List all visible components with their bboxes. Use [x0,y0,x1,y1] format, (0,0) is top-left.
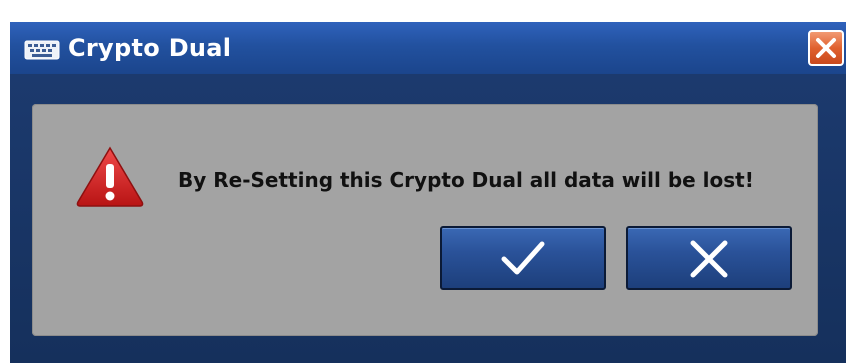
close-button[interactable] [808,30,844,66]
confirm-button[interactable] [440,226,606,290]
warning-icon [74,144,146,208]
title-bar[interactable]: Crypto Dual [10,22,846,74]
cancel-button[interactable] [626,226,792,290]
keyboard-icon [24,40,60,60]
top-strip [0,0,846,24]
warning-message: By Re-Setting this Crypto Dual all data … [178,168,754,192]
window-title: Crypto Dual [68,34,232,62]
message-panel [32,104,818,336]
